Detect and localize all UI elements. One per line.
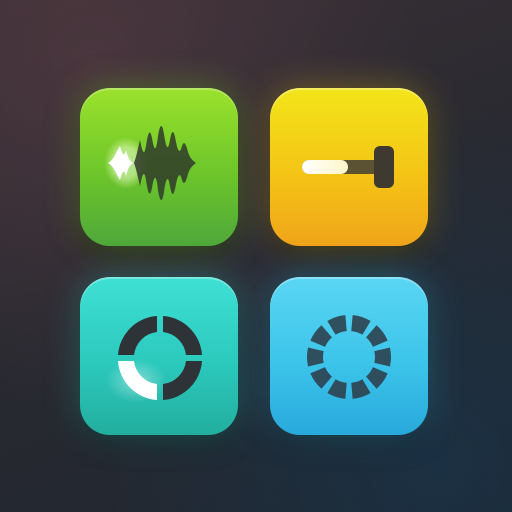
slider-knob [374,146,394,188]
loader-segment [351,315,371,335]
loading-spinner-icon [307,315,391,399]
loader-tile[interactable] [270,277,428,435]
loader-segment [327,315,347,335]
waveform-icon [104,125,196,201]
loader-segment [366,325,388,347]
loader-segment [310,325,332,347]
loader-segment [310,367,332,389]
slider-tile[interactable] [270,88,428,246]
waveform-tile[interactable] [80,88,238,246]
slider-icon [302,146,394,188]
slider-fill [302,160,348,174]
progress-ring-icon [106,316,202,403]
loader-segment [307,347,324,367]
app-icon-canvas [0,0,512,512]
loader-segment [366,367,388,389]
progress-ring-tile[interactable] [80,277,238,435]
loader-segment [327,379,347,399]
loader-segment [351,379,371,399]
loader-segment [374,347,391,367]
